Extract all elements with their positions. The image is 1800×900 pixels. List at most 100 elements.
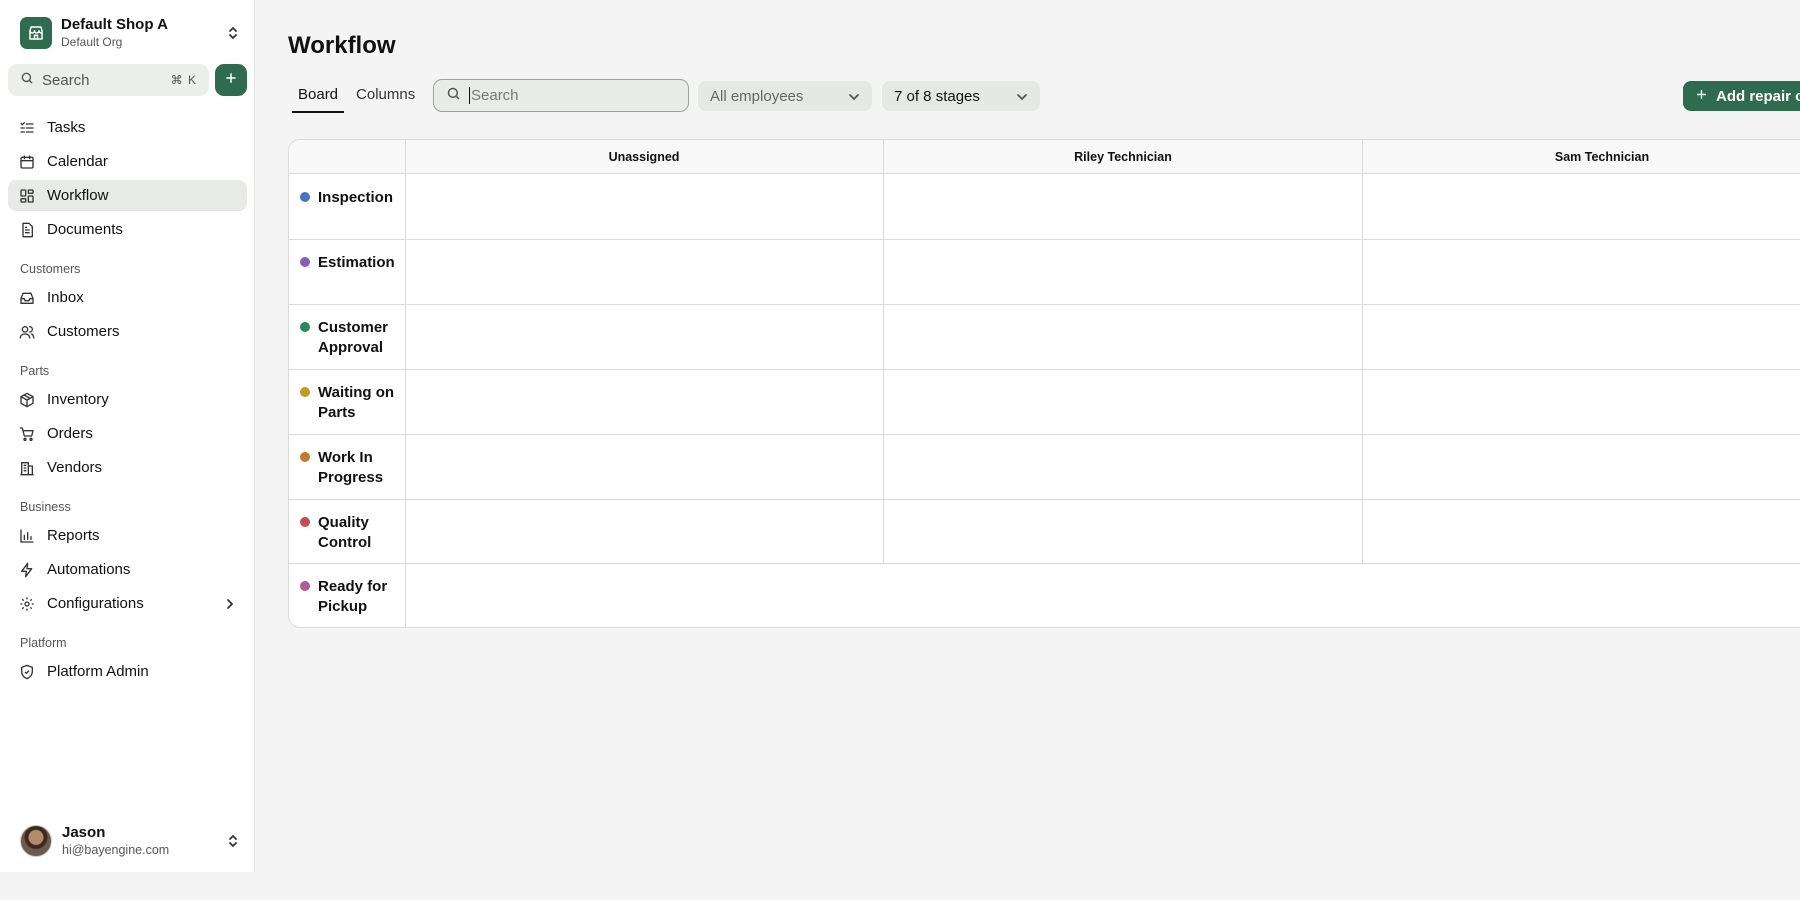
sidebar-item-label: Vendors — [47, 459, 103, 476]
search-shortcut: ⌘ K — [170, 73, 197, 87]
board-cell[interactable] — [884, 240, 1362, 304]
chevron-right-icon — [225, 598, 235, 610]
tab-board[interactable]: Board — [292, 84, 345, 113]
sidebar-item-documents[interactable]: Documents — [8, 214, 247, 245]
sidebar-item-reports[interactable]: Reports — [8, 520, 247, 551]
board-cell[interactable] — [884, 305, 1362, 369]
add-repair-order-button[interactable]: Add repair order — [1683, 81, 1800, 111]
stage-label: Ready for Pickup — [318, 578, 388, 615]
package-icon — [19, 392, 35, 408]
user-menu[interactable]: Jason hi@bayengine.com — [20, 824, 240, 858]
sidebar-item-inbox[interactable]: Inbox — [8, 282, 247, 313]
calendar-icon — [19, 154, 35, 170]
sidebar-item-calendar[interactable]: Calendar — [8, 146, 247, 177]
sidebar-item-label: Configurations — [47, 595, 144, 612]
employees-filter[interactable]: All employees — [698, 81, 872, 111]
board-cell[interactable] — [406, 370, 883, 434]
stage-row-work-in-progress: Work In Progress — [289, 434, 405, 488]
nav-section-business: Business — [20, 500, 71, 514]
sidebar-item-label: Platform Admin — [47, 663, 149, 680]
board-cell[interactable] — [884, 370, 1362, 434]
board-cell[interactable] — [884, 435, 1362, 499]
workflow-icon — [19, 188, 35, 204]
stage-row-waiting-on-parts: Waiting on Parts — [289, 369, 405, 423]
stage-color-dot — [300, 257, 310, 267]
user-name: Jason — [62, 824, 106, 842]
stage-color-dot — [300, 452, 310, 462]
sidebar-item-inventory[interactable]: Inventory — [8, 384, 247, 415]
sidebar-item-automations[interactable]: Automations — [8, 554, 247, 585]
stage-color-dot — [300, 581, 310, 591]
sidebar-item-customers[interactable]: Customers — [8, 316, 247, 347]
board-cell[interactable] — [884, 174, 1362, 239]
avatar — [20, 825, 52, 857]
new-item-button[interactable] — [215, 64, 247, 96]
board-cell[interactable] — [884, 500, 1362, 563]
sidebar-item-platform-admin[interactable]: Platform Admin — [8, 656, 247, 687]
sidebar-item-label: Workflow — [47, 187, 109, 204]
stage-label: Waiting on Parts — [318, 384, 395, 421]
board-cell[interactable] — [1363, 305, 1800, 369]
sidebar-item-tasks[interactable]: Tasks — [8, 112, 247, 143]
stage-row-quality-control: Quality Control — [289, 499, 405, 553]
stage-color-dot — [300, 387, 310, 397]
board-cell[interactable] — [406, 564, 1800, 627]
sidebar-item-label: Orders — [47, 425, 93, 442]
bar-chart-icon — [19, 528, 35, 544]
users-icon — [19, 324, 35, 340]
stage-label: Inspection — [318, 189, 394, 206]
board-cell[interactable] — [406, 500, 883, 563]
nav-section-parts: Parts — [20, 364, 50, 378]
nav-section-platform: Platform — [20, 636, 67, 650]
board-cell[interactable] — [406, 435, 883, 499]
plus-icon — [1695, 88, 1708, 105]
search-label: Search — [42, 71, 90, 89]
building-icon — [19, 460, 35, 476]
stage-label: Estimation — [318, 254, 395, 271]
nav-section-customers: Customers — [20, 262, 81, 276]
stage-row-ready-for-pickup: Ready for Pickup — [289, 563, 405, 617]
shield-icon — [19, 664, 35, 680]
board-cell[interactable] — [1363, 500, 1800, 563]
board-cell[interactable] — [406, 174, 883, 239]
stages-filter[interactable]: 7 of 8 stages — [882, 81, 1040, 111]
store-icon — [20, 17, 52, 49]
column-header-unassigned: Unassigned — [608, 150, 680, 164]
gear-icon — [19, 596, 35, 612]
workflow-board: Unassigned Riley Technician Sam Technici… — [288, 139, 1800, 628]
sidebar-item-orders[interactable]: Orders — [8, 418, 247, 449]
board-cell[interactable] — [1363, 174, 1800, 239]
inbox-icon — [19, 290, 35, 306]
stage-row-customer-approval: Customer Approval — [289, 304, 405, 358]
tasks-icon — [19, 120, 35, 136]
add-repair-order-label: Add repair order — [1716, 87, 1800, 105]
sidebar-item-label: Automations — [47, 561, 131, 578]
board-cell[interactable] — [406, 305, 883, 369]
board-cell[interactable] — [1363, 370, 1800, 434]
employees-filter-value: All employees — [710, 87, 804, 105]
zap-icon — [19, 562, 35, 578]
sidebar-search[interactable]: Search ⌘ K — [8, 64, 209, 96]
user-email: hi@bayengine.com — [62, 843, 170, 858]
shop-name: Default Shop A — [61, 15, 168, 33]
sidebar-item-label: Documents — [47, 221, 123, 238]
sidebar: Default Shop A Default Org Search ⌘ K Ta… — [0, 0, 255, 872]
page-title: Workflow — [288, 32, 396, 59]
cart-icon — [19, 426, 35, 442]
sidebar-item-vendors[interactable]: Vendors — [8, 452, 247, 483]
stage-color-dot — [300, 192, 310, 202]
board-cell[interactable] — [406, 240, 883, 304]
board-search-input[interactable] — [469, 87, 676, 104]
org-name: Default Org — [61, 35, 123, 50]
documents-icon — [19, 222, 35, 238]
board-search[interactable] — [433, 79, 689, 112]
board-cell[interactable] — [1363, 240, 1800, 304]
sidebar-item-workflow[interactable]: Workflow — [8, 180, 247, 211]
board-cell[interactable] — [1363, 435, 1800, 499]
sidebar-item-configurations[interactable]: Configurations — [8, 588, 247, 619]
stage-label: Work In Progress — [318, 449, 384, 486]
sidebar-item-label: Reports — [47, 527, 100, 544]
shop-switcher[interactable]: Default Shop A Default Org — [20, 16, 240, 50]
tab-columns[interactable]: Columns — [350, 84, 421, 113]
search-icon — [20, 71, 34, 90]
